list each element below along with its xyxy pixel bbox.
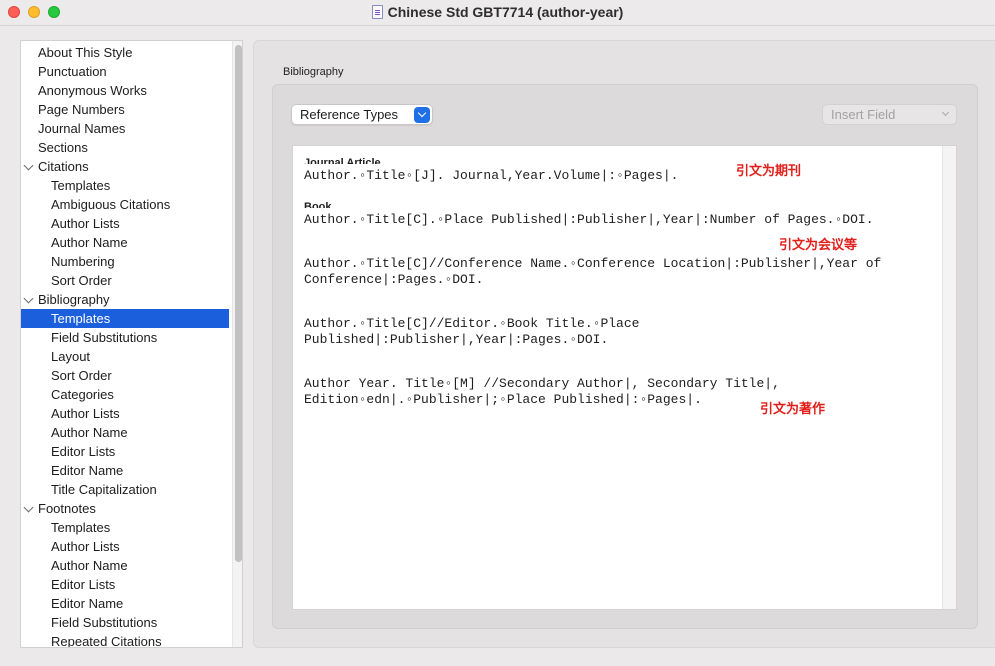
sidebar-item-label: Repeated Citations: [51, 634, 162, 648]
sidebar-item-label: Author Name: [51, 425, 128, 440]
template-line-monograph-2[interactable]: Edition◦edn|.◦Publisher|;◦Place Publishe…: [304, 392, 702, 408]
sidebar-item-label: Author Name: [51, 558, 128, 573]
template-line-conference-1[interactable]: Author.◦Title[C]//Conference Name.◦Confe…: [304, 256, 881, 272]
window-title-wrap: Chinese Std GBT7714 (author-year): [0, 4, 995, 20]
chevron-down-icon: [941, 108, 950, 117]
sidebar-item-numbering[interactable]: Numbering: [21, 252, 229, 271]
sidebar-item-label: Title Capitalization: [51, 482, 157, 497]
style-editor-window: Chinese Std GBT7714 (author-year) About …: [0, 0, 995, 666]
sidebar-item-label: Editor Lists: [51, 444, 116, 459]
sidebar-item-label: Author Lists: [51, 406, 120, 421]
sidebar-item-label: Templates: [51, 311, 111, 326]
sidebar-item-footnotes[interactable]: Footnotes: [21, 499, 229, 518]
sidebar-item-sort-order[interactable]: Sort Order: [21, 271, 229, 290]
sidebar-item-sections[interactable]: Sections: [21, 138, 229, 157]
sidebar-item-label: About This Style: [38, 45, 133, 60]
sidebar-item-author-name[interactable]: Author Name: [21, 423, 229, 442]
insert-field-dropdown[interactable]: Insert Field: [822, 104, 957, 125]
sidebar-item-label: Editor Lists: [51, 577, 116, 592]
sidebar-item-anonymous-works[interactable]: Anonymous Works: [21, 81, 229, 100]
sidebar-item-label: Page Numbers: [38, 102, 125, 117]
template-line-edited-2[interactable]: Published|:Publisher|,Year|:Pages.◦DOI.: [304, 332, 608, 348]
sidebar-item-punctuation[interactable]: Punctuation: [21, 62, 229, 81]
disclosure-chevron-icon[interactable]: [23, 502, 34, 513]
sidebar-item-label: Templates: [51, 178, 111, 193]
sidebar-item-about-this-style[interactable]: About This Style: [21, 43, 229, 62]
sidebar-item-journal-names[interactable]: Journal Names: [21, 119, 229, 138]
editor-scrollbar[interactable]: [942, 146, 956, 609]
sidebar-item-label: Citations: [38, 159, 89, 174]
sidebar-item-label: Layout: [51, 349, 91, 364]
sidebar-item-author-lists[interactable]: Author Lists: [21, 537, 229, 556]
reference-type-label-book: Book: [304, 202, 332, 208]
sidebar-item-label: Sort Order: [51, 273, 112, 288]
section-label: Bibliography: [283, 66, 344, 78]
sidebar-scroll-thumb[interactable]: [235, 45, 242, 562]
sidebar-item-citations[interactable]: Citations: [21, 157, 229, 176]
annotation-monograph: 引文为著作: [760, 402, 826, 417]
reference-type-label-journal: Journal Article: [304, 158, 381, 164]
sidebar-item-editor-name[interactable]: Editor Name: [21, 461, 229, 480]
sidebar-item-templates[interactable]: Templates: [21, 309, 229, 328]
chevron-down-icon: [414, 107, 430, 123]
reference-types-label: Reference Types: [300, 107, 399, 122]
sidebar-item-templates[interactable]: Templates: [21, 518, 229, 537]
style-sections-sidebar: About This Style Punctuation Anonymous Wor…: [20, 40, 243, 648]
sidebar-item-ambiguous-citations[interactable]: Ambiguous Citations: [21, 195, 229, 214]
annotation-journal: 引文为期刊: [736, 164, 802, 179]
sidebar-item-label: Bibliography: [38, 292, 110, 307]
sidebar-item-editor-lists[interactable]: Editor Lists: [21, 575, 229, 594]
sidebar-item-label: Editor Name: [51, 596, 124, 611]
sidebar-item-repeated-citations[interactable]: Repeated Citations: [21, 632, 229, 648]
sidebar-item-label: Sort Order: [51, 368, 112, 383]
insert-field-label: Insert Field: [831, 107, 896, 122]
sidebar-item-label: Sections: [38, 140, 88, 155]
sidebar-item-bibliography[interactable]: Bibliography: [21, 290, 229, 309]
sidebar-item-sort-order[interactable]: Sort Order: [21, 366, 229, 385]
sidebar-item-page-numbers[interactable]: Page Numbers: [21, 100, 229, 119]
sidebar-item-label: Anonymous Works: [38, 83, 147, 98]
sidebar-item-layout[interactable]: Layout: [21, 347, 229, 366]
template-line-conference-2[interactable]: Conference|:Pages.◦DOI.: [304, 272, 483, 288]
reference-types-button[interactable]: Reference Types: [291, 104, 433, 125]
template-line-edited-1[interactable]: Author.◦Title[C]//Editor.◦Book Title.◦Pl…: [304, 316, 639, 332]
disclosure-chevron-icon[interactable]: [23, 293, 34, 304]
sidebar-item-label: Journal Names: [38, 121, 126, 136]
sidebar-item-categories[interactable]: Categories: [21, 385, 229, 404]
template-line-journal[interactable]: Author.◦Title◦[J]. Journal,Year.Volume|:…: [304, 168, 678, 184]
sidebar-item-label: Editor Name: [51, 463, 124, 478]
sidebar-item-author-name[interactable]: Author Name: [21, 556, 229, 575]
title-bar: Chinese Std GBT7714 (author-year): [0, 0, 995, 26]
disclosure-chevron-icon[interactable]: [23, 160, 34, 171]
sidebar-item-field-substitutions[interactable]: Field Substitutions: [21, 328, 229, 347]
sidebar-scrollbar[interactable]: [232, 41, 242, 647]
sidebar-item-field-substitutions[interactable]: Field Substitutions: [21, 613, 229, 632]
template-line-book[interactable]: Author.◦Title[C].◦Place Published|:Publi…: [304, 212, 874, 228]
sidebar-item-label: Numbering: [51, 254, 115, 269]
annotation-conference: 引文为会议等: [779, 238, 858, 253]
sidebar-item-label: Ambiguous Citations: [51, 197, 171, 212]
sidebar-item-label: Author Lists: [51, 539, 120, 554]
sidebar-item-label: Field Substitutions: [51, 615, 158, 630]
sidebar-item-label: Author Name: [51, 235, 128, 250]
template-line-monograph-1[interactable]: Author Year. Title◦[M] //Secondary Autho…: [304, 376, 780, 392]
sidebar-item-label: Categories: [51, 387, 114, 402]
sidebar-item-title-capitalization[interactable]: Title Capitalization: [21, 480, 229, 499]
sidebar-item-label: Punctuation: [38, 64, 107, 79]
sidebar-item-author-lists[interactable]: Author Lists: [21, 214, 229, 233]
sidebar-item-templates[interactable]: Templates: [21, 176, 229, 195]
window-title: Chinese Std GBT7714 (author-year): [387, 4, 624, 20]
sidebar-item-label: Author Lists: [51, 216, 120, 231]
sidebar-item-author-name[interactable]: Author Name: [21, 233, 229, 252]
sidebar-item-label: Templates: [51, 520, 111, 535]
sidebar-item-author-lists[interactable]: Author Lists: [21, 404, 229, 423]
sidebar-item-editor-lists[interactable]: Editor Lists: [21, 442, 229, 461]
sidebar-item-label: Field Substitutions: [51, 330, 158, 345]
sidebar-item-editor-name[interactable]: Editor Name: [21, 594, 229, 613]
sidebar-item-label: Footnotes: [38, 501, 96, 516]
style-document-icon: [371, 5, 383, 19]
